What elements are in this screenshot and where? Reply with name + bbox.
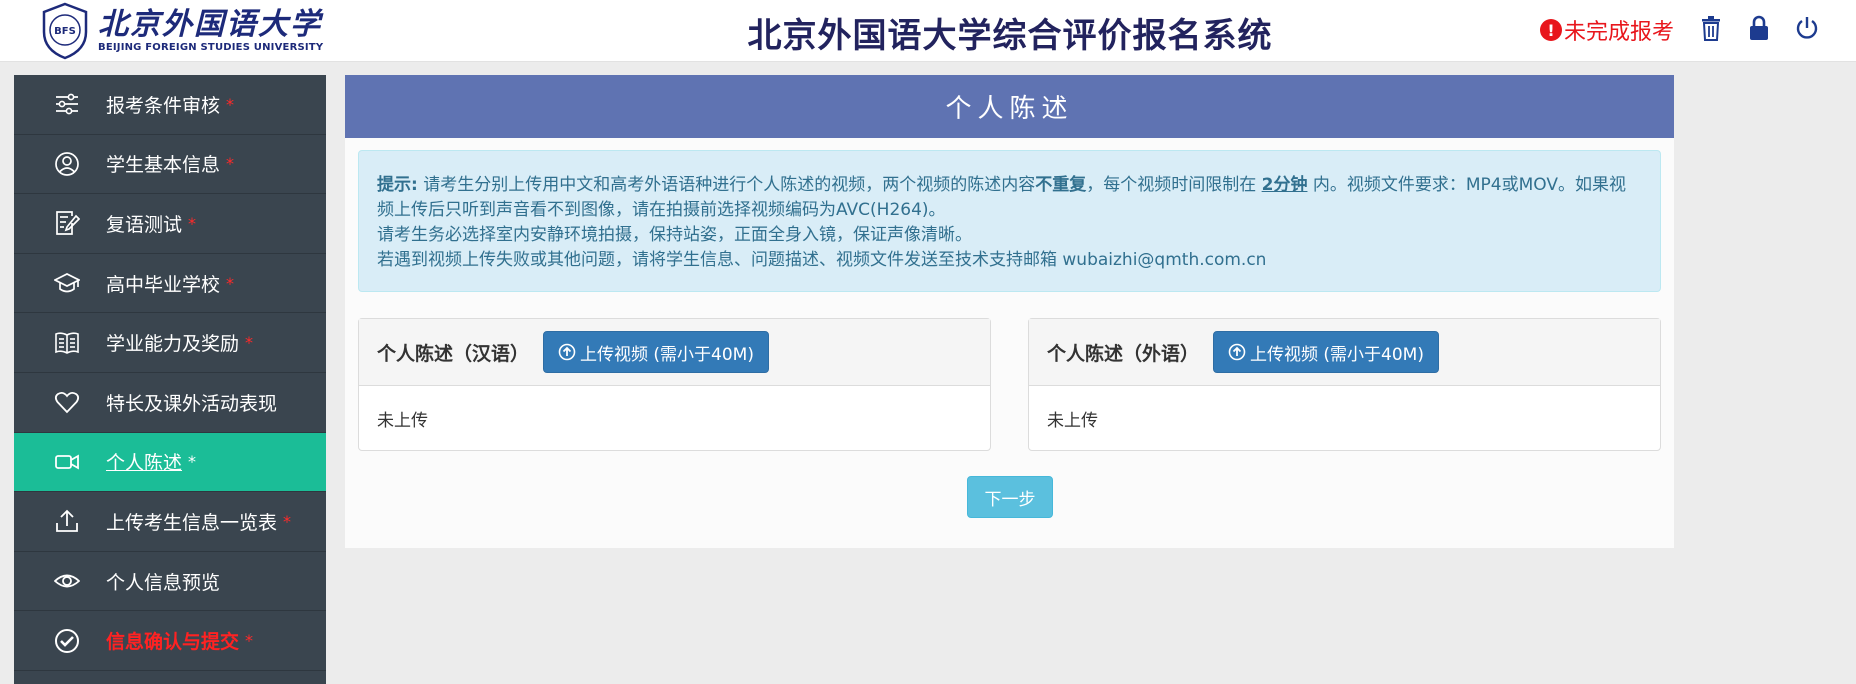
sidebar-item-label: 报考条件审核	[106, 94, 221, 117]
upload-circle-icon	[1228, 343, 1246, 361]
top-header: BFS 北京外国语大学 BEIJING FOREIGN STUDIES UNIV…	[0, 0, 1856, 62]
sidebar-item-label: 上传考生信息一览表	[106, 511, 278, 534]
notice-line-2: 请考生务必选择室内安静环境拍摄，保持站姿，正面全身入镜，保证声像清晰。	[377, 225, 972, 245]
sidebar-item-personal-statement[interactable]: 个人陈述 *	[14, 432, 326, 493]
open-book-icon	[52, 328, 82, 358]
lock-icon[interactable]	[1744, 13, 1774, 43]
upload-button-label: 上传视频 (需小于40M)	[1250, 344, 1424, 365]
trash-icon[interactable]	[1696, 13, 1726, 43]
edit-document-icon	[52, 208, 82, 238]
sidebar-item-language-test[interactable]: 复语测试 *	[14, 194, 326, 254]
sidebar-item-label: 高中毕业学校	[106, 273, 221, 296]
upload-icon	[52, 506, 82, 536]
sidebar-item-label: 学业能力及奖励	[106, 333, 240, 356]
card-title: 个人陈述（汉语）	[377, 342, 530, 365]
eye-icon	[52, 566, 82, 596]
sidebar-item-extracurricular[interactable]: 特长及课外活动表现	[14, 373, 326, 433]
power-icon[interactable]	[1792, 13, 1822, 43]
next-step-button[interactable]: 下一步	[967, 476, 1053, 518]
sidebar-item-eligibility-review[interactable]: 报考条件审核 *	[14, 75, 326, 135]
video-camera-icon	[52, 447, 82, 477]
sidebar-item-label: 信息确认与提交	[106, 631, 240, 654]
card-title: 个人陈述（外语）	[1047, 342, 1200, 365]
required-marker: *	[283, 511, 292, 531]
upload-status: 未上传	[1047, 411, 1098, 431]
exclamation-icon: !	[1540, 19, 1562, 41]
sidebar-nav: 报考条件审核 * 学生基本信息 * 复语测试 * 高中毕业学校 * 学业能力及奖…	[14, 75, 326, 684]
graduation-cap-icon	[52, 268, 82, 298]
registration-status-text: 未完成报考	[1564, 20, 1675, 45]
required-marker: *	[188, 452, 197, 472]
sidebar-item-confirm-submit[interactable]: 信息确认与提交 *	[14, 611, 326, 671]
required-marker: *	[226, 154, 235, 174]
statement-card-chinese: 个人陈述（汉语） 上传视频 (需小于40M) 未上传	[358, 318, 991, 451]
panel-title: 个人陈述	[345, 75, 1674, 138]
check-circle-icon	[52, 626, 82, 656]
sidebar-item-label: 个人信息预览	[106, 571, 221, 594]
sidebar-item-label: 特长及课外活动表现	[106, 392, 278, 415]
required-marker: *	[245, 333, 254, 353]
notice-box: 提示: 请考生分别上传用中文和高考外语语种进行个人陈述的视频，两个视频的陈述内容…	[358, 150, 1661, 292]
upload-video-button-foreign[interactable]: 上传视频 (需小于40M)	[1213, 331, 1439, 373]
sidebar-item-label: 学生基本信息	[106, 154, 221, 177]
sidebar-item-academic-awards[interactable]: 学业能力及奖励 *	[14, 313, 326, 373]
notice-tip-label: 提示:	[377, 175, 418, 195]
sidebar-item-info-preview[interactable]: 个人信息预览	[14, 552, 326, 612]
main-content: 个人陈述 提示: 请考生分别上传用中文和高考外语语种进行个人陈述的视频，两个视频…	[345, 75, 1674, 548]
sidebar-item-upload-info-sheet[interactable]: 上传考生信息一览表 *	[14, 492, 326, 552]
required-marker: *	[226, 94, 235, 114]
required-marker: *	[188, 213, 197, 233]
required-marker: *	[226, 273, 235, 293]
sidebar-item-high-school[interactable]: 高中毕业学校 *	[14, 254, 326, 314]
upload-button-label: 上传视频 (需小于40M)	[580, 344, 754, 365]
sidebar-item-label: 个人陈述	[106, 452, 183, 475]
user-circle-icon	[52, 149, 82, 179]
heart-icon	[52, 387, 82, 417]
required-marker: *	[245, 631, 254, 651]
sliders-icon	[52, 89, 82, 119]
upload-status: 未上传	[377, 411, 428, 431]
upload-circle-icon	[558, 343, 576, 361]
statement-card-foreign: 个人陈述（外语） 上传视频 (需小于40M) 未上传	[1028, 318, 1661, 451]
sidebar-item-label: 复语测试	[106, 213, 183, 236]
notice-line-1: 提示: 请考生分别上传用中文和高考外语语种进行个人陈述的视频，两个视频的陈述内容…	[377, 175, 1626, 220]
notice-line-3: 若遇到视频上传失败或其他问题，请将学生信息、问题描述、视频文件发送至技术支持邮箱…	[377, 250, 1267, 270]
sidebar-item-basic-info[interactable]: 学生基本信息 *	[14, 135, 326, 195]
registration-status: ! 未完成报考	[1540, 14, 1674, 46]
upload-video-button-chinese[interactable]: 上传视频 (需小于40M)	[543, 331, 769, 373]
